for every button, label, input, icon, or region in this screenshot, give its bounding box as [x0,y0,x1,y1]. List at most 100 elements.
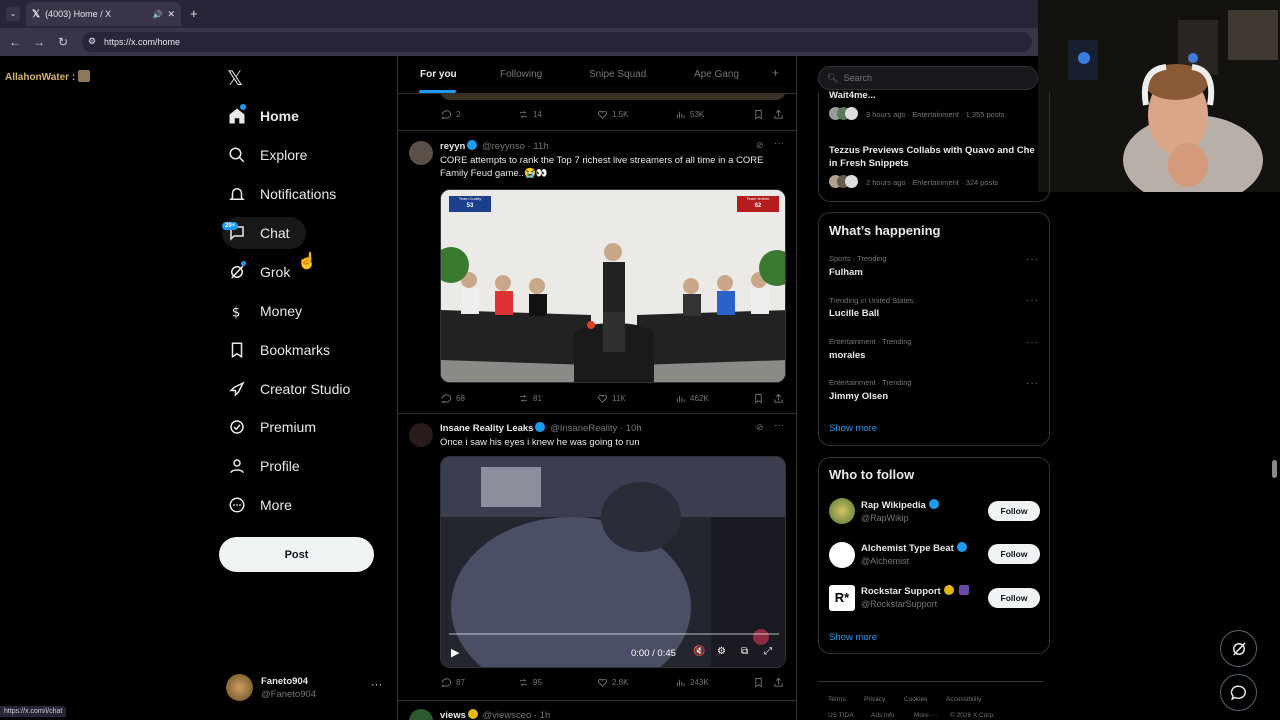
tweet-time[interactable]: 10h [626,423,642,434]
footer-more[interactable]: More ··· [914,712,937,719]
follow-name[interactable]: Rap Wikipedia [861,499,941,511]
repost-button[interactable]: 95 [518,677,542,688]
reply-button[interactable]: 68 [441,393,465,404]
footer-accessibility[interactable]: Accessibility [946,696,981,703]
tab-close-icon[interactable]: ✕ [167,9,175,20]
share-button[interactable] [773,109,784,120]
share-button[interactable] [773,677,784,688]
tab-following[interactable]: Following [500,69,542,80]
new-tab-icon[interactable]: + [190,6,198,21]
repost-button[interactable]: 14 [518,109,542,120]
avatar[interactable] [829,498,855,524]
sidebar-item-explore[interactable]: Explore [222,139,313,171]
follow-handle[interactable]: @RapWikip [861,513,909,523]
tweet-more-icon[interactable]: ··· [774,138,784,149]
grok-icon[interactable]: ⊘ [756,140,764,151]
like-button[interactable]: 1.5K [597,109,628,120]
search-input[interactable]: 🔍︎ Search [818,66,1038,90]
bookmark-button[interactable] [753,393,764,404]
footer-tida[interactable]: US TIDA [828,712,854,719]
sidebar-item-grok[interactable]: Grok [222,256,296,288]
site-info-icon[interactable]: ⚙ [88,36,96,47]
sidebar-item-bookmarks[interactable]: Bookmarks [222,334,336,366]
follow-name[interactable]: Alchemist Type Beat [861,542,969,554]
trend-more-icon[interactable]: ··· [1026,378,1039,389]
sidebar-item-home[interactable]: Home [222,100,305,132]
tweet-image[interactable]: Team Cuddy 53 Team Nother 62 [440,189,786,383]
tweet-more-icon[interactable]: ··· [774,420,784,431]
sidebar-item-premium[interactable]: Premium [222,411,322,443]
share-button[interactable] [773,393,784,404]
sidebar-item-notifications[interactable]: Notifications [222,178,342,210]
add-tab-icon[interactable]: + [772,66,779,80]
avatar[interactable] [409,709,433,720]
trend-name[interactable]: Lucille Ball [829,308,879,319]
browser-tab[interactable]: 𝕏 (4003) Home / X 🔊 ✕ [26,2,181,26]
footer-ads-info[interactable]: Ads info [871,712,895,719]
trend-name[interactable]: morales [829,350,865,361]
url-field[interactable]: ⚙ https://x.com/home [82,32,1032,52]
trend-more-icon[interactable]: ··· [1026,254,1039,265]
tweet-time[interactable]: 11h [533,141,548,152]
footer-privacy[interactable]: Privacy [864,696,885,703]
account-more-icon[interactable]: ··· [371,679,382,691]
trend-more-icon[interactable]: ··· [1026,295,1039,306]
play-icon[interactable]: ▶ [451,646,459,659]
author-name[interactable]: reyyn [440,141,465,152]
sidebar-item-creator-studio[interactable]: Creator Studio [222,373,356,405]
reload-icon[interactable]: ↻ [56,35,70,49]
footer-terms[interactable]: Terms [828,696,846,703]
author-handle[interactable]: @viewsceo [483,710,532,720]
tweet-time[interactable]: 1h [540,710,551,720]
trend-name[interactable]: Fulham [829,267,863,278]
tab-snipe-squad[interactable]: Snipe Squad [589,69,646,80]
author-name[interactable]: Insane Reality Leaks [440,423,533,434]
avatar[interactable] [409,423,433,447]
views-button[interactable]: 462K [675,393,709,404]
news-title[interactable]: Wait4me... [829,90,876,101]
news-title[interactable]: Tezzus Previews Collabs with Quavo and C… [829,144,1039,170]
speaker-icon[interactable]: 🔊 [152,10,162,19]
fullscreen-icon[interactable]: ⤢ [764,646,772,657]
sidebar-item-more[interactable]: More [222,489,298,521]
author-handle[interactable]: @InsaneReality [550,423,617,434]
tweet-video[interactable]: ▶ 0:00 / 0:45 🔇 ⚙ ⧉ ⤢ [440,456,786,668]
follow-handle[interactable]: @Alchemist [861,556,909,566]
like-button[interactable]: 11K [597,393,626,404]
bookmark-button[interactable] [753,677,764,688]
tweet[interactable]: reyyn @reyynso · 11h ⊘ ··· CORE attempts… [398,131,796,413]
page-scrollbar[interactable] [1272,460,1277,478]
sidebar-item-money[interactable]: $ Money [222,295,308,327]
avatar[interactable] [829,542,855,568]
tab-for-you[interactable]: For you [420,69,457,80]
author-name[interactable]: views [440,710,466,720]
settings-icon[interactable]: ⚙ [717,646,726,657]
reply-button[interactable]: 87 [441,677,465,688]
rockstar-logo-icon[interactable]: R* [829,585,855,611]
messages-fab[interactable] [1220,674,1257,711]
repost-button[interactable]: 81 [518,393,542,404]
follow-handle[interactable]: @RockstarSupport [861,599,937,609]
trend-name[interactable]: Jimmy Olsen [829,391,888,402]
x-logo-icon[interactable]: 𝕏 [227,66,243,91]
tweet[interactable]: Insane Reality Leaks @InsaneReality · 10… [398,414,796,700]
post-button[interactable]: Post [219,537,374,572]
follow-button[interactable]: Follow [988,544,1040,564]
views-button[interactable]: 243K [675,677,709,688]
reply-button[interactable]: 2 [441,109,460,120]
account-switcher[interactable]: Faneto904 @Faneto904 ··· [226,674,386,706]
tab-ape-gang[interactable]: Ape Gang [694,69,739,80]
pip-icon[interactable]: ⧉ [741,646,748,657]
tab-list-chevron-icon[interactable]: ⌄ [6,7,20,21]
author-handle[interactable]: @reyynso [482,141,525,152]
like-button[interactable]: 2.8K [597,677,628,688]
show-more-link[interactable]: Show more [829,632,877,643]
grok-icon[interactable]: ⊘ [756,422,764,433]
video-progress-bar[interactable] [449,633,779,635]
back-icon[interactable]: ← [8,35,22,49]
show-more-link[interactable]: Show more [829,423,877,434]
follow-name[interactable]: Rockstar Support [861,585,969,597]
mute-icon[interactable]: 🔇 [693,646,705,657]
bookmark-button[interactable] [753,109,764,120]
views-button[interactable]: 53K [675,109,704,120]
